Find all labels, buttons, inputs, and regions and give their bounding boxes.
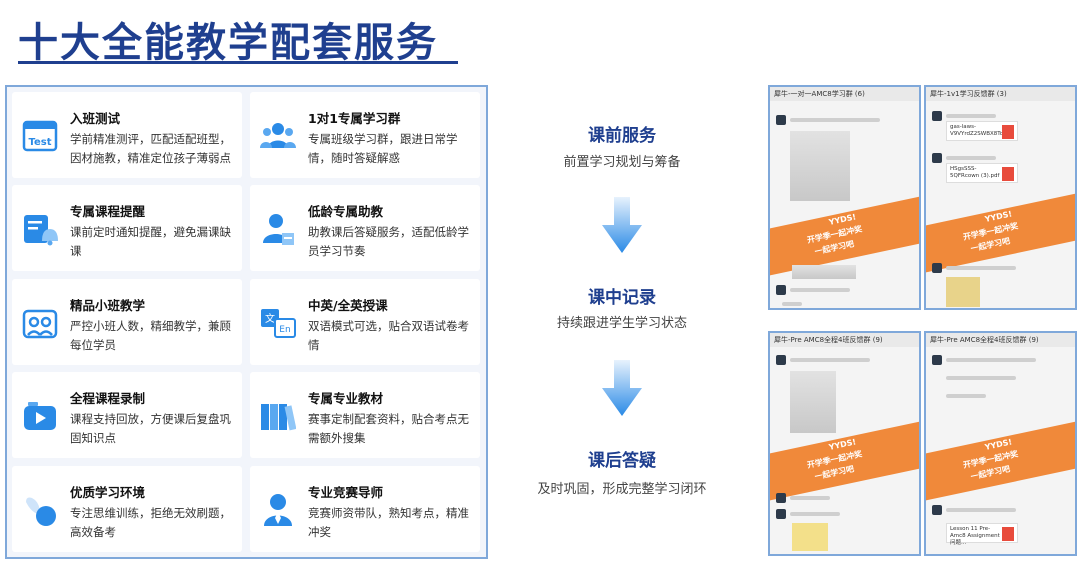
chat-screenshot: 犀牛-Pre AMC8全程4班反馈群 (9) YYDS! 开学季一起冲奖 一起学… (924, 331, 1077, 556)
chat-photo (790, 371, 836, 433)
file-message: HSgsSSS-5QFRcown (3).pdf (946, 163, 1018, 183)
service-title: 入班测试 (70, 111, 121, 126)
service-title: 专属专业教材 (308, 391, 384, 406)
chat-header: 犀牛-1v1学习反馈群 (3) (926, 87, 1075, 101)
service-desc: 学前精准测评，匹配适配班型，因材施教，精准定位孩子薄弱点 (70, 132, 231, 165)
service-desc: 双语模式可选，贴合双语试卷考情 (308, 319, 469, 352)
video-icon (24, 402, 56, 430)
reminder-bell-icon (24, 215, 58, 246)
chat-photo (792, 265, 856, 279)
assistant-icon (263, 214, 294, 245)
mentor-icon (264, 494, 292, 526)
service-title: 低龄专属助教 (308, 204, 384, 219)
title-underline (18, 61, 458, 64)
page-title: 十大全能教学配套服务 (18, 20, 438, 66)
chat-sticker (946, 277, 980, 307)
chat-screenshot: 犀牛-一对一AMC8学习群 (6) YYDS! 开学季一起冲奖 一起学习吧 (768, 85, 921, 310)
service-card-study-group: 1对1专属学习群 专属班级学习群，跟进日常学情，随时答疑解惑 (250, 92, 480, 178)
service-title: 专业竞赛导师 (308, 485, 384, 500)
service-desc: 课程支持回放，方便课后复盘巩固知识点 (70, 412, 231, 445)
svg-text:文: 文 (265, 312, 275, 325)
flow-step-sub: 持续跟进学生学习状态 (556, 316, 687, 331)
service-card-small-class: 精品小班教学 严控小班人数，精细教学，兼顾每位学员 (12, 279, 242, 365)
environment-icon (26, 497, 56, 526)
service-title: 优质学习环境 (70, 485, 146, 500)
promo-banner: YYDS! 开学季一起冲奖 一起学习吧 (770, 194, 919, 276)
service-desc: 专注思维训练，拒绝无效刷题，高效备考 (70, 506, 231, 539)
service-desc: 竞赛师资带队，熟知考点，精准冲奖 (308, 506, 469, 539)
flow-step-title: 课前服务 (588, 126, 656, 146)
chat-photo (790, 131, 850, 201)
chat-header: 犀牛-Pre AMC8全程4班反馈群 (9) (926, 333, 1075, 347)
flow-step-title: 课后答疑 (588, 451, 656, 471)
service-title: 专属课程提醒 (70, 204, 146, 219)
file-message: Lesson 11 Pre-Amc8 Assignment 问题... (946, 523, 1018, 546)
svg-text:En: En (279, 325, 290, 335)
small-class-icon (22, 309, 58, 339)
service-desc: 赛事定制配套资料，贴合考点无需额外搜集 (308, 412, 469, 445)
service-card-bilingual: 文 En 中英/全英授课 双语模式可选，贴合双语试卷考情 (250, 279, 480, 365)
svg-text:Test: Test (28, 137, 51, 148)
pdf-icon (1002, 527, 1014, 541)
service-desc: 课前定时通知提醒，避免漏课缺课 (70, 225, 231, 258)
chat-screenshot: 犀牛-Pre AMC8全程4班反馈群 (9) YYDS! 开学季一起冲奖 一起学… (768, 331, 921, 556)
file-message: gas-laws-V9VYrdZ2SWBX8Tc7.pdf (946, 121, 1018, 141)
down-arrow-icon (602, 360, 642, 416)
promo-banner: YYDS! 开学季一起冲奖 一起学习吧 (926, 419, 1075, 501)
chat-screenshot: 犀牛-1v1学习反馈群 (3) gas-laws-V9VYrdZ2SWBX8Tc… (924, 85, 1077, 310)
service-card-course-reminder: 专属课程提醒 课前定时通知提醒，避免漏课缺课 (12, 185, 242, 271)
chat-header: 犀牛-一对一AMC8学习群 (6) (770, 87, 919, 101)
service-title: 全程课程录制 (70, 391, 146, 406)
flow-step-sub: 前置学习规划与筹备 (563, 155, 681, 170)
pdf-icon (1002, 125, 1014, 139)
test-icon: Test (22, 120, 58, 152)
service-card-assistant: 低龄专属助教 助教课后答疑服务，适配低龄学员学习节奏 (250, 185, 480, 271)
chat-sticker (792, 523, 828, 551)
translate-icon: 文 En (261, 309, 296, 338)
service-card-mentor: 专业竞赛导师 竞赛师资带队，熟知考点，精准冲奖 (250, 466, 480, 552)
services-panel: Test 入班测试 学前精准测评，匹配适配班型，因材施教，精准定位孩子薄弱点 1… (5, 85, 488, 559)
service-card-environment: 优质学习环境 专注思维训练，拒绝无效刷题，高效备考 (12, 466, 242, 552)
promo-banner: YYDS! 开学季一起冲奖 一起学习吧 (926, 191, 1075, 273)
service-title: 1对1专属学习群 (308, 111, 401, 126)
books-icon (261, 404, 296, 431)
service-card-recording: 全程课程录制 课程支持回放，方便课后复盘巩固知识点 (12, 372, 242, 458)
service-card-materials: 专属专业教材 赛事定制配套资料，贴合考点无需额外搜集 (250, 372, 480, 458)
service-card-entry-test: Test 入班测试 学前精准测评，匹配适配班型，因材施教，精准定位孩子薄弱点 (12, 92, 242, 178)
service-desc: 专属班级学习群，跟进日常学情，随时答疑解惑 (308, 132, 458, 165)
pdf-icon (1002, 167, 1014, 181)
service-desc: 严控小班人数，精细教学，兼顾每位学员 (70, 319, 231, 352)
service-title: 精品小班教学 (70, 298, 146, 313)
flow-step-sub: 及时巩固，形成完整学习闭环 (537, 482, 707, 497)
chat-header: 犀牛-Pre AMC8全程4班反馈群 (9) (770, 333, 919, 347)
group-icon (260, 123, 296, 148)
down-arrow-icon (602, 197, 642, 253)
service-title: 中英/全英授课 (308, 298, 388, 313)
service-desc: 助教课后答疑服务，适配低龄学员学习节奏 (308, 225, 469, 258)
flow-step-title: 课中记录 (588, 288, 656, 308)
